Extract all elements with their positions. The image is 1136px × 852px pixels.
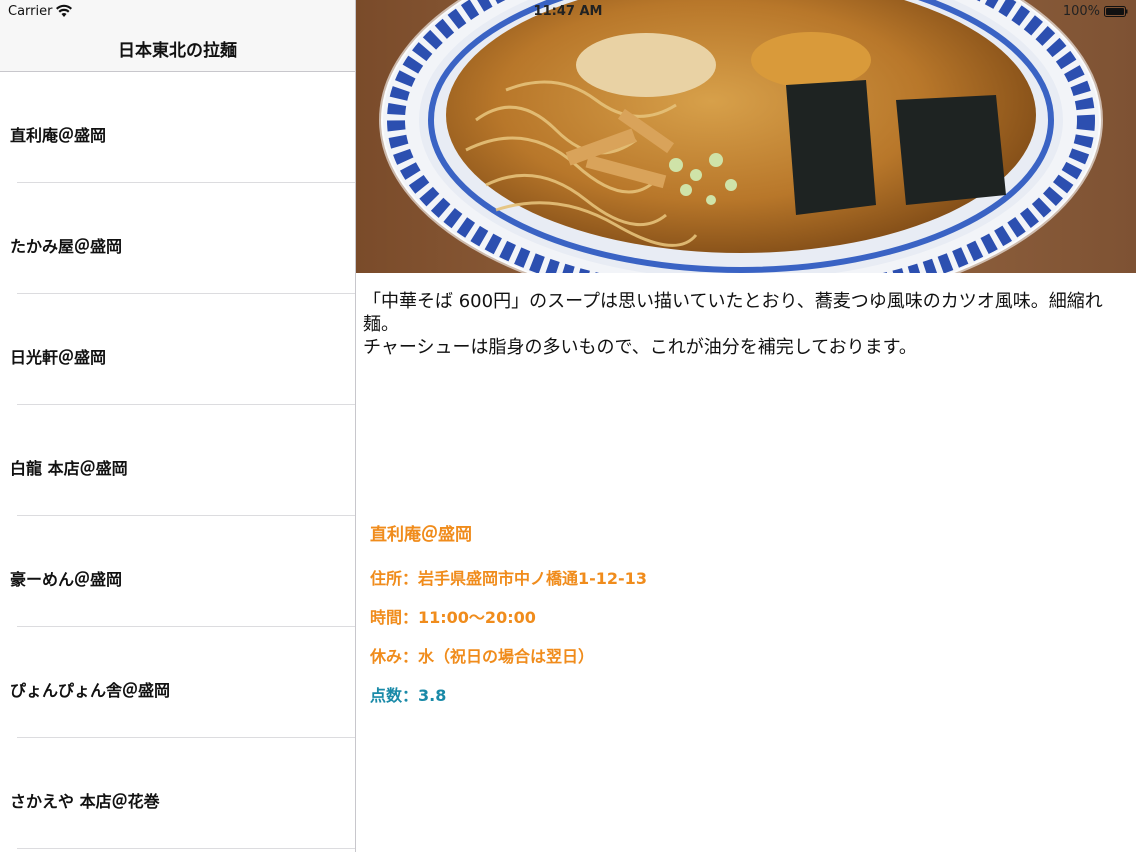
ramen-shop-list: 直利庵＠盛岡 たかみ屋＠盛岡 日光軒＠盛岡 白龍 本店＠盛岡 豪ーめん＠盛岡 ぴ… xyxy=(0,72,355,849)
shop-holiday: 休み：水（祝日の場合は翌日） xyxy=(370,647,595,666)
status-time: 11:47 AM xyxy=(533,4,603,19)
description-line-2: チャーシューは脂身の多いもので、これが油分を補完しております。 xyxy=(363,337,917,358)
ramen-photo xyxy=(356,0,1136,273)
battery-percentage: 100% xyxy=(1062,4,1100,19)
battery-icon xyxy=(1104,6,1128,17)
list-item[interactable]: さかえや 本店＠花巻 xyxy=(0,738,355,849)
app-window: Carrier 11:47 AM 100% 日本東北の拉麺 直利庵＠盛岡 たかみ… xyxy=(0,0,1136,852)
shop-address: 住所：岩手県盛岡市中ノ橋通1-12-13 xyxy=(370,569,647,588)
list-item-label: たかみ屋＠盛岡 xyxy=(10,237,123,256)
list-item[interactable]: ぴょんぴょん舎＠盛岡 xyxy=(0,627,355,738)
shop-hours: 時間：11:00〜20:00 xyxy=(370,608,536,627)
list-item-label: 白龍 本店＠盛岡 xyxy=(10,459,128,478)
list-item[interactable]: 白龍 本店＠盛岡 xyxy=(0,405,355,516)
list-item[interactable]: 豪ーめん＠盛岡 xyxy=(0,516,355,627)
list-item-label: ぴょんぴょん舎＠盛岡 xyxy=(10,681,171,700)
shop-score: 点数：3.8 xyxy=(370,686,447,705)
status-bar: Carrier 11:47 AM 100% xyxy=(0,0,1136,24)
list-item-label: 日光軒＠盛岡 xyxy=(10,348,107,367)
list-item[interactable]: 直利庵＠盛岡 xyxy=(0,72,355,183)
list-item[interactable]: 日光軒＠盛岡 xyxy=(0,294,355,405)
ramen-bowl-illustration xyxy=(356,0,1136,273)
description: 「中華そば 600円」のスープは思い描いていたとおり、蕎麦つゆ風味のカツオ風味。… xyxy=(363,290,1103,359)
list-item-label: さかえや 本店＠花巻 xyxy=(10,792,160,811)
list-item-label: 豪ーめん＠盛岡 xyxy=(10,570,123,589)
description-line-1: 「中華そば 600円」のスープは思い描いていたとおり、蕎麦つゆ風味のカツオ風味。… xyxy=(363,291,1103,335)
shop-name: 直利庵＠盛岡 xyxy=(370,525,472,545)
list-item[interactable]: たかみ屋＠盛岡 xyxy=(0,183,355,294)
list-item-label: 直利庵＠盛岡 xyxy=(10,126,107,145)
master-pane: 日本東北の拉麺 直利庵＠盛岡 たかみ屋＠盛岡 日光軒＠盛岡 白龍 本店＠盛岡 豪… xyxy=(0,0,356,852)
detail-pane: 「中華そば 600円」のスープは思い描いていたとおり、蕎麦つゆ風味のカツオ風味。… xyxy=(356,0,1136,852)
nav-title: 日本東北の拉麺 xyxy=(118,41,237,61)
